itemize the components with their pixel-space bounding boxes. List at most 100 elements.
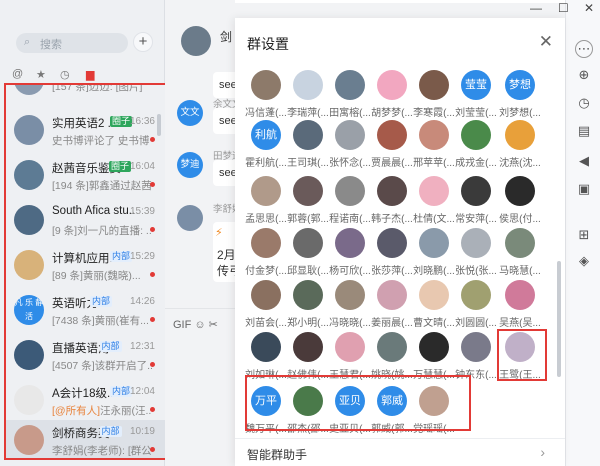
- member-item[interactable]: 杜倩(文...: [411, 176, 457, 226]
- member-avatar[interactable]: [377, 176, 407, 206]
- ellipsis-icon[interactable]: ⋯: [575, 40, 593, 58]
- member-avatar[interactable]: [293, 228, 323, 258]
- conversation-avatar[interactable]: 凡 乐 静 活: [14, 295, 44, 325]
- member-item[interactable]: 刘晓鹏(...: [411, 228, 457, 278]
- member-item[interactable]: 邱显耿(...: [285, 228, 331, 278]
- member-item[interactable]: 刘圆圆(...: [453, 280, 499, 330]
- member-item[interactable]: 付金梦(...: [243, 228, 289, 278]
- member-avatar[interactable]: [377, 332, 407, 362]
- member-avatar[interactable]: [505, 176, 535, 206]
- member-item[interactable]: 姜丽晨(...: [369, 280, 415, 330]
- conversation-row[interactable]: 直播英语角 内部 12:31 [4507 条]该群开启了...: [6, 335, 165, 377]
- add-button[interactable]: +: [133, 32, 153, 52]
- member-avatar[interactable]: [505, 228, 535, 258]
- conversation-avatar[interactable]: [14, 115, 44, 145]
- star-filter-icon[interactable]: ★: [36, 68, 46, 81]
- member-avatar[interactable]: [377, 70, 407, 100]
- member-avatar[interactable]: [419, 70, 449, 100]
- member-avatar[interactable]: [251, 228, 281, 258]
- member-item[interactable]: 利航 霍利航(...: [243, 120, 289, 170]
- panel-scrollbar[interactable]: [557, 261, 561, 377]
- member-avatar[interactable]: 梦想: [505, 70, 535, 100]
- member-avatar[interactable]: [293, 70, 323, 100]
- member-item[interactable]: 曹文晴(...: [411, 280, 457, 330]
- member-avatar[interactable]: [251, 176, 281, 206]
- composer-toolbar[interactable]: GIF ☺ ✂: [173, 318, 235, 331]
- maximize-button[interactable]: ☐: [558, 1, 569, 15]
- chevron-right-icon[interactable]: ›: [540, 444, 545, 460]
- conversation-avatar[interactable]: [14, 160, 44, 190]
- member-avatar[interactable]: [293, 280, 323, 310]
- calendar-filter-icon[interactable]: ▆: [86, 68, 94, 81]
- member-item[interactable]: 郑小明(...: [285, 280, 331, 330]
- member-item[interactable]: 冯信蓬(...: [243, 70, 289, 120]
- member-item[interactable]: 刘苗会(...: [243, 280, 289, 330]
- member-item[interactable]: 马晓慧(...: [497, 228, 543, 278]
- live-icon[interactable]: ▣: [575, 180, 593, 198]
- member-item[interactable]: 张怀念(...: [327, 120, 373, 170]
- conversation-row[interactable]: 凡 乐 静 活英语听力 内部 14:26 [7438 条]黄丽(崔有...: [6, 290, 165, 332]
- clock-filter-icon[interactable]: ◷: [60, 68, 70, 81]
- member-avatar[interactable]: [293, 120, 323, 150]
- member-avatar[interactable]: [419, 228, 449, 258]
- member-item[interactable]: 韩子杰(...: [369, 176, 415, 226]
- member-avatar[interactable]: [461, 176, 491, 206]
- member-avatar[interactable]: [419, 176, 449, 206]
- announcement-icon[interactable]: ◀: [575, 152, 593, 170]
- conversation-avatar[interactable]: [14, 250, 44, 280]
- member-avatar[interactable]: [461, 120, 491, 150]
- member-avatar[interactable]: [293, 176, 323, 206]
- member-avatar[interactable]: [335, 70, 365, 100]
- member-item[interactable]: 孟思思(...: [243, 176, 289, 226]
- member-avatar[interactable]: [251, 332, 281, 362]
- member-avatar[interactable]: [335, 332, 365, 362]
- conversation-avatar[interactable]: [14, 85, 44, 95]
- share-icon[interactable]: ⊞: [575, 226, 593, 244]
- member-item[interactable]: 冯晓晓(...: [327, 280, 373, 330]
- member-avatar[interactable]: [377, 280, 407, 310]
- member-avatar[interactable]: [335, 120, 365, 150]
- conversation-row[interactable]: 计算机应用... 内部 15:29 [89 条]黄丽(魏晓)...: [6, 245, 165, 287]
- member-avatar[interactable]: [419, 120, 449, 150]
- member-avatar[interactable]: [461, 280, 491, 310]
- member-item[interactable]: 田寓榕(...: [327, 70, 373, 120]
- chat-header-avatar[interactable]: [181, 26, 211, 56]
- calendar-icon[interactable]: ▤: [575, 122, 593, 140]
- member-item[interactable]: 沈燕(沈...: [497, 120, 543, 170]
- member-avatar[interactable]: [377, 228, 407, 258]
- conversation-avatar[interactable]: [14, 205, 44, 235]
- add-friend-icon[interactable]: ⊕: [575, 66, 593, 84]
- minimize-button[interactable]: —: [530, 1, 542, 15]
- sender-avatar[interactable]: [177, 205, 203, 231]
- member-item[interactable]: 王司琪(...: [285, 120, 331, 170]
- member-avatar[interactable]: 利航: [251, 120, 281, 150]
- member-item[interactable]: 成戎金(...: [453, 120, 499, 170]
- member-item[interactable]: 程诺南(...: [327, 176, 373, 226]
- member-item[interactable]: 常安萍(...: [453, 176, 499, 226]
- conversation-avatar[interactable]: [14, 425, 44, 455]
- conversation-row[interactable]: A会计18级... 内部 12:04 [@所有人]汪永丽(汪...: [6, 380, 165, 422]
- member-avatar[interactable]: [505, 120, 535, 150]
- member-item[interactable]: 张悦(张...: [453, 228, 499, 278]
- member-avatar[interactable]: [461, 228, 491, 258]
- conversation-avatar[interactable]: [14, 340, 44, 370]
- conversation-row[interactable]: 剑桥商务英 内部 10:19 李舒娟(李老师): [群公: [6, 420, 165, 458]
- member-avatar[interactable]: [505, 280, 535, 310]
- list-scrollbar[interactable]: [157, 114, 161, 136]
- member-avatar[interactable]: [419, 280, 449, 310]
- conversation-row[interactable]: South Afica stu... 15:39 [9 条]刘一凡的直播: ...: [6, 200, 165, 242]
- member-avatar[interactable]: [461, 332, 491, 362]
- cube-icon[interactable]: ◈: [575, 252, 593, 270]
- member-item[interactable]: 杨可欣(...: [327, 228, 373, 278]
- conversation-avatar[interactable]: [14, 385, 44, 415]
- member-avatar[interactable]: [335, 176, 365, 206]
- member-item[interactable]: 李瑞萍(...: [285, 70, 331, 120]
- sender-avatar[interactable]: 梦迪: [177, 152, 203, 178]
- member-item[interactable]: 胡梦梦(...: [369, 70, 415, 120]
- member-item[interactable]: 吴燕(吴...: [497, 280, 543, 330]
- conversation-row[interactable]: 实用英语2 ... 圈子 16:36 史书博评论了 史书博: [6, 110, 165, 152]
- member-item[interactable]: 侯思(付...: [497, 176, 543, 226]
- member-avatar[interactable]: [419, 332, 449, 362]
- member-avatar[interactable]: [377, 120, 407, 150]
- smart-assistant-link[interactable]: 智能群助手: [247, 446, 307, 463]
